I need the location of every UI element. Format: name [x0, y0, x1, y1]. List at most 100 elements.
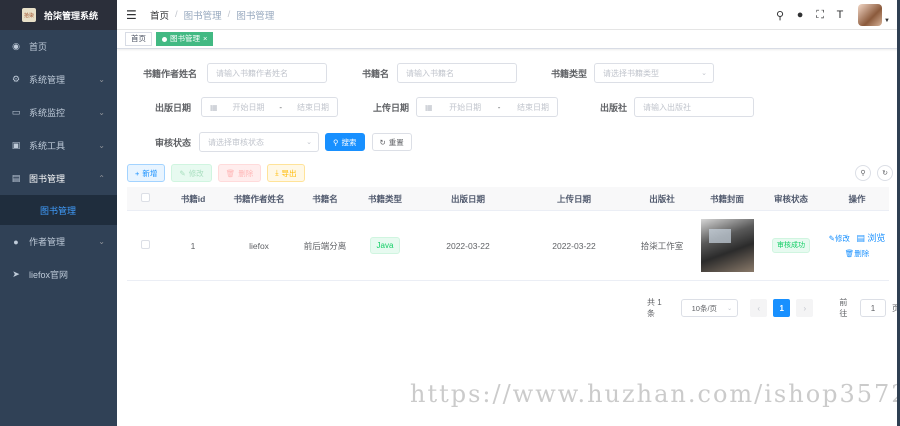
font-size-icon[interactable]: T: [832, 9, 848, 21]
delete-button[interactable]: 🗑 删除: [217, 164, 262, 182]
tag-books[interactable]: 图书管理 ×: [156, 32, 214, 46]
pub-date-range[interactable]: ▦ 开始日期 - 结束日期: [201, 97, 338, 117]
sidebar-item-label: 作者管理: [29, 237, 66, 247]
col-header: 书籍id: [180, 193, 206, 204]
monitor-icon: ▭: [11, 107, 21, 117]
table-row[interactable]: 1 liefox 前后端分离 Java 2022-03-22 2022-03-2…: [127, 211, 889, 281]
breadcrumb-item: 图书管理: [183, 10, 222, 22]
close-icon[interactable]: ×: [203, 34, 207, 43]
tag-label: 图书管理: [170, 34, 200, 43]
pub-date-label: 出版日期: [154, 102, 191, 113]
col-header: 书籍封面: [709, 193, 744, 204]
type-select[interactable]: 请选择书籍类型 ⌄: [594, 63, 714, 83]
author-label: 书籍作者姓名: [142, 68, 197, 79]
tag-home[interactable]: 首页: [125, 32, 152, 46]
fullscreen-icon[interactable]: ⛶: [812, 9, 828, 22]
sidebar-item-label: 系统监控: [29, 108, 66, 118]
edit-button[interactable]: ✎ 修改: [171, 164, 212, 182]
breadcrumb-item[interactable]: 首页: [150, 8, 169, 22]
main-content: 书籍作者姓名 请输入书籍作者姓名 书籍名 请输入书籍名 书籍类型 请选择书籍类型…: [117, 50, 900, 426]
sidebar-item-website[interactable]: ➤ liefox官网: [0, 258, 117, 291]
col-header: 上传日期: [556, 193, 591, 204]
trash-icon: 🗑: [844, 248, 855, 258]
hamburger-icon[interactable]: ☰: [126, 8, 138, 22]
type-tag: Java: [369, 237, 401, 254]
select-all-checkbox[interactable]: [140, 193, 150, 202]
sidebar-item-books[interactable]: ▤ 图书管理 ⌃: [0, 162, 117, 195]
book-cover-image[interactable]: [700, 219, 754, 272]
row-delete-link[interactable]: 🗑删除: [845, 249, 870, 258]
col-header: 书籍类型: [367, 193, 402, 204]
sidebar-subitem-books[interactable]: 图书管理: [0, 195, 117, 225]
books-table: 书籍id 书籍作者姓名 书籍名 书籍类型 出版日期 上传日期 出版社 书籍封面 …: [127, 187, 889, 281]
cell-author: liefox: [249, 240, 269, 251]
chevron-down-icon: ⌄: [306, 139, 312, 146]
name-label: 书籍名: [361, 68, 389, 79]
col-header: 出版日期: [450, 193, 485, 204]
chevron-down-icon: ⌄: [701, 70, 707, 77]
status-select[interactable]: 请选择审核状态 ⌄: [199, 132, 319, 152]
page-number-button[interactable]: 1: [773, 299, 791, 317]
search-icon[interactable]: ⚲: [772, 9, 788, 22]
name-input[interactable]: 请输入书籍名: [397, 63, 517, 83]
logo-bar[interactable]: 拾柒 拾柒管理系统: [0, 0, 117, 30]
sidebar-item-authors[interactable]: ● 作者管理 ⌄: [0, 225, 117, 258]
sidebar-item-monitor[interactable]: ▭ 系统监控 ⌄: [0, 96, 117, 129]
col-header: 书籍作者姓名: [233, 193, 285, 204]
avatar[interactable]: [858, 4, 883, 26]
cell-id: 1: [190, 240, 196, 251]
sidebar-item-home[interactable]: ◉ 首页: [0, 30, 117, 63]
prev-page-button[interactable]: ‹: [750, 299, 768, 317]
col-header: 操作: [848, 193, 866, 204]
chevron-left-icon: ‹: [757, 303, 760, 313]
github-icon[interactable]: ●: [792, 9, 808, 21]
chevron-down-icon: ⌄: [98, 237, 105, 246]
row-checkbox[interactable]: [140, 240, 150, 249]
table-header: 书籍id 书籍作者姓名 书籍名 书籍类型 出版日期 上传日期 出版社 书籍封面 …: [127, 187, 889, 211]
plus-icon: +: [135, 168, 140, 178]
type-label: 书籍类型: [550, 68, 587, 79]
breadcrumb: 首页 / 图书管理 / 图书管理: [150, 8, 275, 22]
document-icon: ▤: [856, 232, 865, 243]
trash-icon: 🗑: [225, 168, 236, 178]
sidebar-item-tools[interactable]: ▣ 系统工具 ⌄: [0, 129, 117, 162]
logo-image: 拾柒: [22, 8, 36, 22]
calendar-icon: ▦: [425, 102, 433, 112]
chevron-up-icon: ⌃: [98, 174, 105, 183]
page-size-select[interactable]: 10条/页 ⌄: [680, 299, 739, 317]
col-header: 出版社: [649, 193, 675, 204]
total-count: 共 1 条: [647, 298, 662, 318]
add-button[interactable]: + 新增: [127, 164, 166, 182]
row-view-link[interactable]: ▤ 浏览: [856, 233, 885, 243]
calendar-icon: ▦: [210, 102, 218, 112]
chevron-down-icon: ⌄: [98, 141, 105, 150]
search-icon: ⚲: [860, 170, 866, 177]
pagination: 共 1 条 10条/页 ⌄ ‹ 1 › 前往 1 页: [647, 297, 900, 319]
col-header: 书籍名: [312, 193, 338, 204]
reset-button[interactable]: ↻ 重置: [371, 133, 412, 151]
sidebar-item-system[interactable]: ⚙ 系统管理 ⌄: [0, 63, 117, 96]
watermark: https://www.huzhan.com/ishop3572: [410, 380, 900, 408]
upload-date-label: 上传日期: [372, 102, 409, 113]
caret-down-icon[interactable]: ▼: [884, 18, 890, 24]
toggle-search-button[interactable]: ⚲: [855, 165, 871, 181]
publisher-input[interactable]: 请输入出版社: [634, 97, 754, 117]
cell-actions: ✎修改 ▤ 浏览 🗑删除: [825, 231, 889, 261]
upload-date-range[interactable]: ▦ 开始日期 - 结束日期: [416, 97, 558, 117]
chevron-down-icon: ⌄: [727, 305, 733, 312]
export-button[interactable]: ⤓ 导出: [267, 164, 305, 182]
page-jump-input[interactable]: 1: [860, 299, 886, 317]
chevron-right-icon: ›: [803, 303, 807, 313]
author-input[interactable]: 请输入书籍作者姓名: [207, 63, 327, 83]
search-icon: ⚲: [333, 137, 339, 147]
edit-icon: ✎: [179, 168, 186, 178]
refresh-button[interactable]: ↻: [877, 165, 893, 181]
page-jump: 前往 1 页: [839, 298, 900, 318]
next-page-button[interactable]: ›: [796, 299, 814, 317]
row-edit-link[interactable]: ✎修改: [829, 234, 850, 243]
refresh-icon: ↻: [882, 170, 888, 177]
sidebar: 拾柒 拾柒管理系统 ◉ 首页 ⚙ 系统管理 ⌄ ▭ 系统监控 ⌄ ▣ 系统工具 …: [0, 0, 117, 426]
dashboard-icon: ◉: [12, 41, 20, 51]
search-button[interactable]: ⚲ 搜索: [325, 133, 365, 151]
user-icon: ●: [13, 236, 19, 247]
